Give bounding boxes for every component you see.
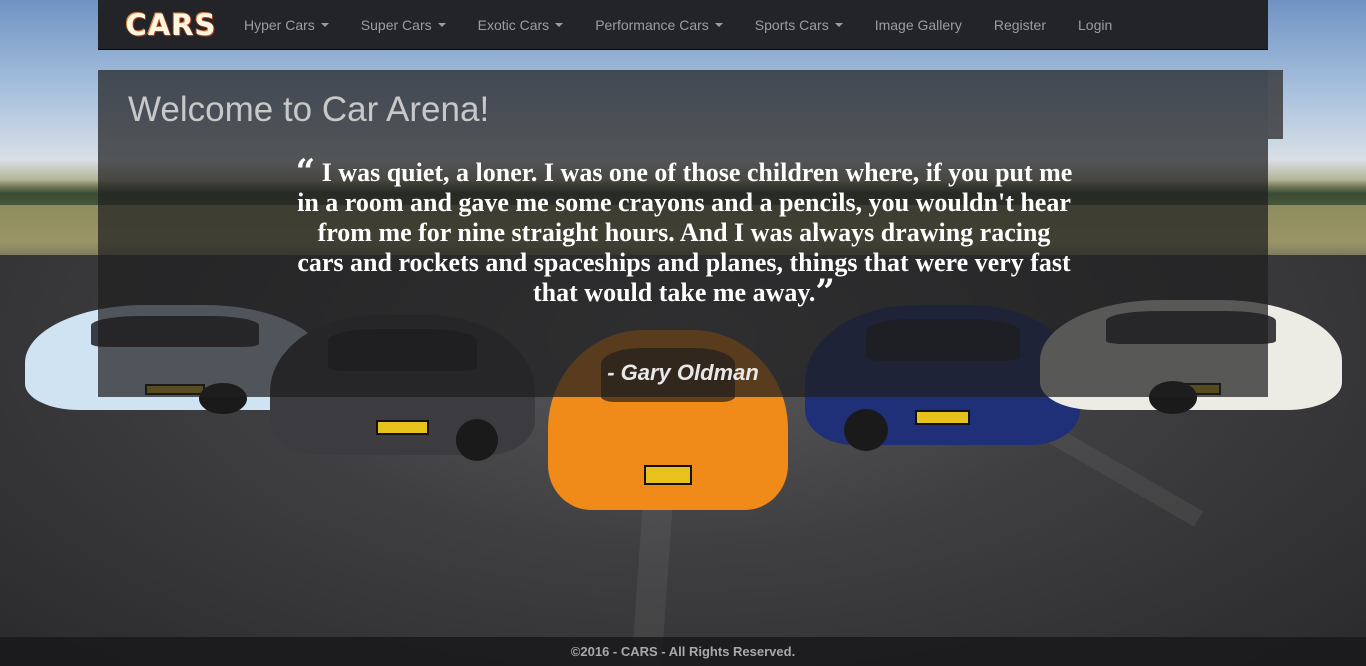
nav-item-label: Exotic Cars bbox=[477, 16, 550, 33]
nav-item-performance-cars[interactable]: Performance Cars bbox=[579, 0, 739, 50]
nav-menu: Hyper Cars Super Cars Exotic Cars Performan… bbox=[228, 0, 1128, 50]
open-quote-icon: “ bbox=[295, 152, 316, 192]
caret-down-icon bbox=[437, 22, 446, 27]
caret-down-icon bbox=[320, 22, 329, 27]
nav-item-image-gallery[interactable]: Image Gallery bbox=[859, 0, 978, 50]
nav-item-sports-cars[interactable]: Sports Cars bbox=[739, 0, 859, 50]
caret-down-icon bbox=[834, 22, 843, 27]
nav-item-label: Register bbox=[993, 16, 1046, 33]
nav-item-hyper-cars[interactable]: Hyper Cars bbox=[228, 0, 345, 50]
caret-down-icon bbox=[555, 22, 564, 27]
quote-text: I was quiet, a loner. I was one of those… bbox=[297, 158, 1073, 307]
nav-item-label: Image Gallery bbox=[874, 16, 962, 33]
nav-item-label: Performance Cars bbox=[595, 16, 709, 33]
nav-item-label: Sports Cars bbox=[754, 16, 829, 33]
nav-item-label: Super Cars bbox=[360, 16, 432, 33]
nav-item-exotic-cars[interactable]: Exotic Cars bbox=[462, 0, 580, 50]
panel-side-tab bbox=[1268, 70, 1283, 139]
navbar: CARS Hyper Cars Super Cars Exotic Cars Perf… bbox=[98, 0, 1268, 50]
welcome-panel: Welcome to Car Arena! “ I was quiet, a l… bbox=[98, 70, 1268, 397]
nav-item-login[interactable]: Login bbox=[1062, 0, 1128, 50]
quote-block: “ I was quiet, a loner. I was one of tho… bbox=[294, 155, 1074, 309]
copyright-text: ©2016 - CARS - All Rights Reserved. bbox=[570, 644, 796, 659]
nav-item-label: Hyper Cars bbox=[244, 16, 315, 33]
page-title: Welcome to Car Arena! bbox=[128, 90, 490, 129]
brand-logo[interactable]: CARS bbox=[126, 8, 216, 42]
nav-item-register[interactable]: Register bbox=[978, 0, 1062, 50]
caret-down-icon bbox=[714, 22, 723, 27]
quote-author: - Gary Oldman bbox=[607, 360, 759, 385]
close-quote-icon: ” bbox=[815, 272, 835, 312]
nav-item-label: Login bbox=[1078, 16, 1113, 33]
footer: ©2016 - CARS - All Rights Reserved. bbox=[0, 637, 1366, 666]
nav-item-super-cars[interactable]: Super Cars bbox=[345, 0, 462, 50]
